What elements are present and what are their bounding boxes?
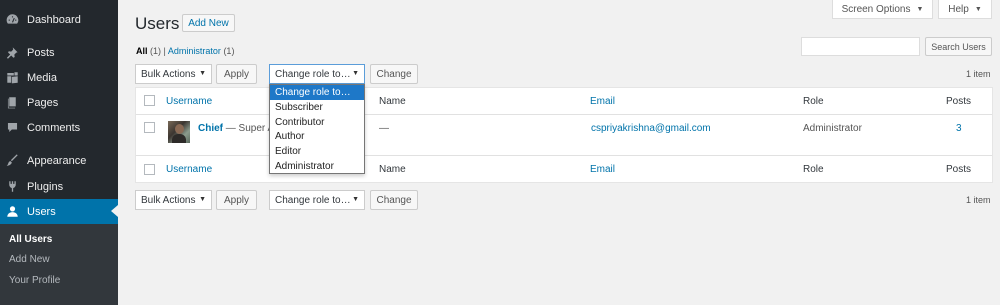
footer-column-posts: Posts <box>946 164 972 175</box>
select-arrow-icon: ▼ <box>352 196 359 203</box>
sidebar-item-dashboard[interactable]: Dashboard <box>0 7 118 32</box>
role-suffix: — Super A <box>225 123 275 134</box>
option-subscriber[interactable]: Subscriber <box>270 100 364 115</box>
change-role-value: Change role to… <box>275 68 351 80</box>
bulk-actions-select-top[interactable]: Bulk Actions ▼ <box>135 64 212 84</box>
screen-options-label: Screen Options <box>841 3 911 15</box>
caret-down-icon: ▼ <box>916 5 924 13</box>
option-contributor[interactable]: Contributor <box>270 115 364 130</box>
change-role-dropdown: Change role to… Subscriber Contributor A… <box>269 84 365 174</box>
change-role-select-top[interactable]: Change role to… ▼ <box>269 64 365 84</box>
sidebar-item-appearance[interactable]: Appearance <box>0 148 118 173</box>
dashboard-icon <box>5 13 19 27</box>
select-all-checkbox-footer[interactable] <box>144 164 155 175</box>
row-email[interactable]: cspriyakrishna@gmail.com <box>591 123 711 134</box>
column-role: Role <box>803 96 824 107</box>
comment-icon <box>5 121 19 135</box>
filter-all[interactable]: All <box>136 46 148 56</box>
role-filter-links: All (1) | Administrator (1) <box>136 46 234 56</box>
sidebar-item-media[interactable]: Media <box>0 65 118 90</box>
brush-icon <box>5 154 19 168</box>
sidebar-item-label: Plugins <box>27 180 64 193</box>
filter-all-count: (1) <box>150 46 162 56</box>
submenu-all-users[interactable]: All Users <box>9 234 52 245</box>
select-arrow-icon: ▼ <box>352 70 359 77</box>
column-username[interactable]: Username <box>166 96 212 107</box>
apply-button-top[interactable]: Apply <box>216 64 257 84</box>
submenu-your-profile[interactable]: Your Profile <box>9 275 60 286</box>
select-arrow-icon: ▼ <box>199 70 206 77</box>
search-users-button[interactable]: Search Users <box>925 37 992 56</box>
column-email[interactable]: Email <box>590 96 615 107</box>
submenu-add-new[interactable]: Add New <box>9 254 50 265</box>
header-divider <box>136 114 992 115</box>
page-title: Users <box>135 14 180 33</box>
avatar <box>168 121 190 143</box>
user-icon <box>5 205 19 219</box>
username-link[interactable]: Chief <box>198 123 223 134</box>
change-role-value: Change role to… <box>275 194 351 206</box>
filter-separator: | <box>163 46 166 56</box>
sidebar-item-label: Users <box>27 205 56 218</box>
sidebar-item-users[interactable]: Users <box>0 199 118 224</box>
pages-icon <box>5 96 19 110</box>
select-arrow-icon: ▼ <box>199 196 206 203</box>
row-role: Administrator <box>803 123 862 134</box>
column-posts: Posts <box>946 96 972 107</box>
apply-button-bottom[interactable]: Apply <box>216 190 257 210</box>
option-administrator[interactable]: Administrator <box>270 159 364 174</box>
bulk-actions-value: Bulk Actions <box>141 68 196 80</box>
option-author[interactable]: Author <box>270 129 364 144</box>
filter-admin-count: (1) <box>223 46 235 56</box>
footer-column-role: Role <box>803 164 824 175</box>
sidebar-item-comments[interactable]: Comments <box>0 115 118 140</box>
footer-column-name[interactable]: Name <box>379 164 406 175</box>
column-name[interactable]: Name <box>379 96 406 107</box>
media-icon <box>5 71 19 85</box>
add-new-button[interactable]: Add New <box>182 14 235 32</box>
items-count-top: 1 item <box>966 69 991 79</box>
sidebar-item-plugins[interactable]: Plugins <box>0 174 118 199</box>
bulk-actions-value: Bulk Actions <box>141 194 196 206</box>
change-button-top[interactable]: Change <box>370 64 418 84</box>
filter-administrator[interactable]: Administrator <box>168 46 221 56</box>
change-role-select-bottom[interactable]: Change role to… ▼ <box>269 190 365 210</box>
sidebar-item-posts[interactable]: Posts <box>0 40 118 65</box>
bulk-actions-select-bottom[interactable]: Bulk Actions ▼ <box>135 190 212 210</box>
row-name: — <box>379 123 389 134</box>
footer-divider <box>136 155 992 156</box>
row-checkbox[interactable] <box>144 122 155 133</box>
help-label: Help <box>948 3 969 15</box>
row-username: Chief — Super A <box>198 123 274 134</box>
footer-column-email[interactable]: Email <box>590 164 615 175</box>
sidebar-item-label: Comments <box>27 121 81 134</box>
caret-down-icon: ▼ <box>974 5 982 13</box>
sidebar-item-label: Media <box>27 71 57 84</box>
search-input[interactable] <box>801 37 920 56</box>
sidebar-item-pages[interactable]: Pages <box>0 90 118 115</box>
select-all-checkbox[interactable] <box>144 95 155 106</box>
users-submenu: All Users Add New Your Profile <box>0 224 118 305</box>
screen-options-tab[interactable]: Screen Options ▼ <box>832 0 933 19</box>
help-tab[interactable]: Help ▼ <box>938 0 992 19</box>
items-count-bottom: 1 item <box>966 195 991 205</box>
change-button-bottom[interactable]: Change <box>370 190 418 210</box>
option-change-role[interactable]: Change role to… <box>270 85 364 100</box>
users-table: Username Name Email Role Posts Chief — S… <box>135 87 993 183</box>
row-posts[interactable]: 3 <box>956 123 962 134</box>
option-editor[interactable]: Editor <box>270 144 364 159</box>
sidebar-item-label: Posts <box>27 46 55 59</box>
pin-icon <box>5 46 19 60</box>
sidebar-item-label: Dashboard <box>27 13 81 26</box>
sidebar-item-label: Appearance <box>27 154 87 167</box>
footer-column-username[interactable]: Username <box>166 164 212 175</box>
plug-icon <box>5 180 19 194</box>
admin-sidebar: Dashboard Posts Media Pages Comments App… <box>0 0 118 305</box>
sidebar-item-label: Pages <box>27 96 59 109</box>
